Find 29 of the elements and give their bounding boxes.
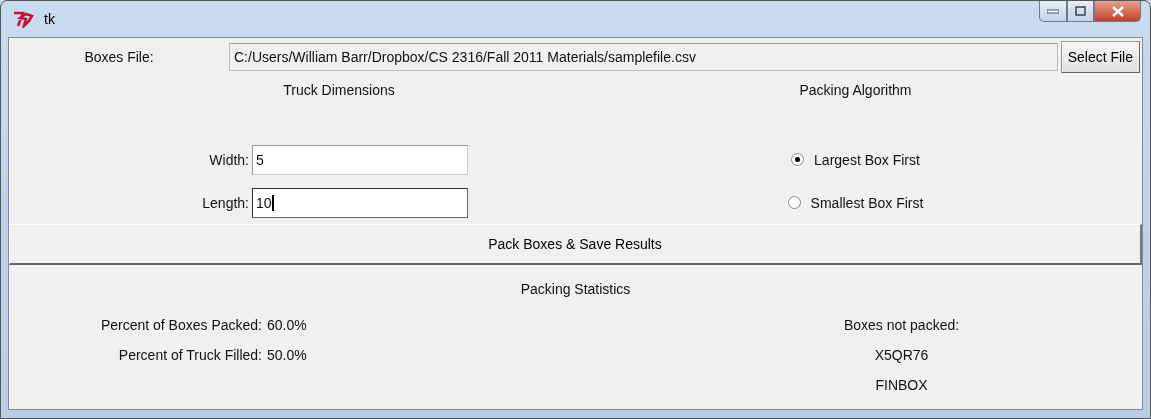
stat-value: 60.0%	[266, 317, 308, 333]
radio-button[interactable]	[791, 153, 805, 166]
file-path-field[interactable]: C:/Users/William Barr/Dropbox/CS 2316/Fall 2011 Materials/samplefile.csv	[229, 43, 1058, 71]
box-id: X5QR76	[873, 347, 930, 363]
input-field[interactable]: 10	[252, 187, 468, 218]
box-id: FINBOX	[874, 377, 929, 393]
radio-label[interactable]: Smallest Box First	[810, 194, 924, 211]
radio-label[interactable]: Largest Box First	[814, 151, 920, 168]
maximize-button[interactable]	[1067, 1, 1094, 22]
section-heading: Packing Statistics	[520, 280, 631, 299]
select-file-button[interactable]: Select File	[1060, 41, 1140, 73]
file-label: Boxes File:	[83, 49, 155, 65]
section-heading: Packing Algorithm	[799, 81, 912, 100]
field-label: Width:	[208, 151, 250, 168]
stat-value: 50.0%	[266, 347, 308, 363]
section-heading: Truck Dimensions	[283, 81, 395, 100]
minimize-button[interactable]	[1039, 1, 1067, 22]
window-title: tk	[44, 11, 55, 27]
stat-label: Percent of Truck Filled:	[117, 347, 262, 363]
minimize-icon	[1047, 8, 1059, 14]
close-icon	[1111, 5, 1124, 17]
stat-label: Percent of Boxes Packed:	[99, 317, 262, 333]
maximize-icon	[1075, 6, 1086, 16]
close-button[interactable]	[1094, 1, 1141, 22]
radio-button[interactable]	[787, 196, 801, 209]
field-label: Length:	[201, 194, 250, 211]
pack-button[interactable]: Pack Boxes & Save Results	[9, 224, 1142, 265]
not-packed-label: Boxes not packed:	[842, 317, 961, 333]
input-field[interactable]: 5	[252, 144, 468, 175]
